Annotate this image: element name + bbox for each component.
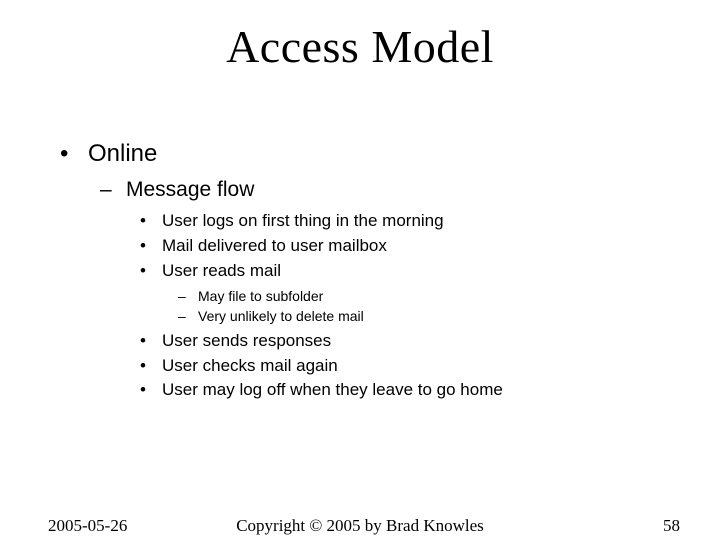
slide-title: Access Model — [0, 20, 720, 73]
bullet-l4: May file to subfolder — [178, 287, 680, 306]
bullet-l3: User reads mail May file to subfolder Ve… — [140, 260, 680, 326]
bullet-l1: Online Message flow User logs on first t… — [60, 140, 680, 402]
bullet-l3: User sends responses — [140, 330, 680, 353]
footer-copyright: Copyright © 2005 by Brad Knowles — [0, 516, 720, 536]
slide: Access Model Online Message flow User lo… — [0, 20, 720, 560]
bullet-l4: Very unlikely to delete mail — [178, 307, 680, 326]
bullet-l3: User checks mail again — [140, 355, 680, 378]
bullet-l3: User may log off when they leave to go h… — [140, 379, 680, 402]
bullet-l2-text: Message flow — [126, 178, 254, 201]
slide-body: Online Message flow User logs on first t… — [60, 140, 680, 406]
bullet-l3: Mail delivered to user mailbox — [140, 235, 680, 258]
bullet-l3: User logs on first thing in the morning — [140, 210, 680, 233]
bullet-l2: Message flow User logs on first thing in… — [100, 178, 680, 402]
footer-page-number: 58 — [663, 516, 680, 536]
bullet-l1-text: Online — [88, 140, 157, 167]
